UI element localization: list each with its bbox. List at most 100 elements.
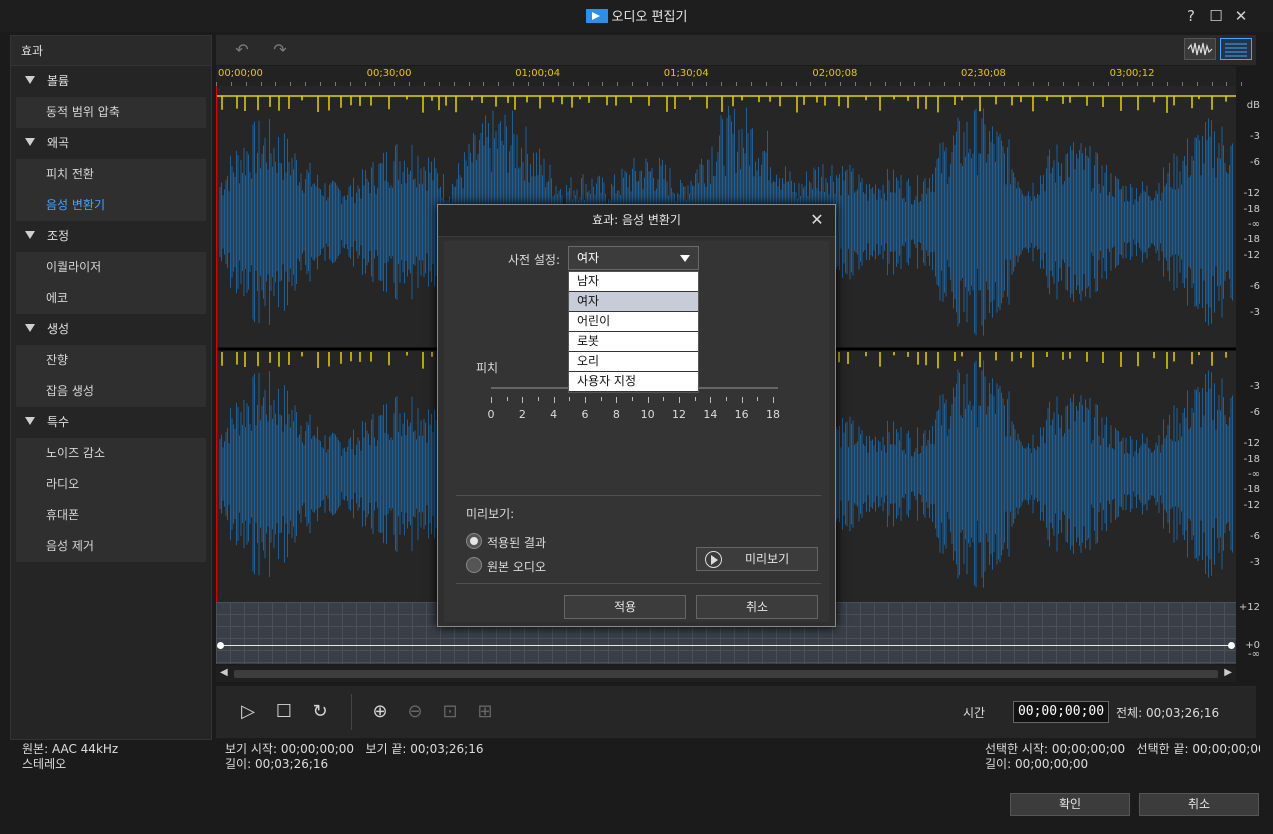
envelope-point-start[interactable]	[217, 642, 224, 649]
preset-option[interactable]: 여자	[569, 292, 698, 312]
ruler-label: 01;00;04	[515, 68, 561, 79]
timeline-ruler[interactable]: 00;00;00 00;30;00 01;00;04 01;30;04 02;00;08…	[216, 66, 1243, 86]
collapse-triangle-icon[interactable]	[25, 417, 35, 425]
scale-number: 18	[766, 408, 780, 421]
spectral-icon	[1225, 43, 1247, 57]
play-icon[interactable]: ▷	[236, 700, 260, 724]
effect-item[interactable]: 노이즈 감소	[16, 438, 206, 469]
zoom-selection-icon[interactable]: ⊞	[473, 700, 497, 724]
preset-option[interactable]: 어린이	[569, 312, 698, 332]
preset-option[interactable]: 남자	[569, 272, 698, 292]
zoom-out-icon[interactable]: ⊖	[403, 700, 427, 724]
scale-tick	[773, 397, 774, 403]
category-3[interactable]: 생성	[11, 314, 211, 345]
spectral-view-button[interactable]	[1220, 38, 1252, 60]
db-tick-label: -∞	[1248, 469, 1260, 480]
stop-icon[interactable]: ☐	[272, 700, 296, 724]
effect-item[interactable]: 잡음 생성	[16, 376, 206, 407]
db-scale: dB +12 +0 -∞ -3 -6 -12 -18 -∞ -18 -12 -6 -3 -3 -6-…	[1236, 86, 1260, 666]
view-length: 길이: 00;03;26;16	[225, 757, 329, 771]
category-1[interactable]: 왜곡	[11, 128, 211, 159]
effect-item[interactable]: 음성 제거	[16, 531, 206, 562]
category-0[interactable]: 볼륨	[11, 66, 211, 97]
time-field[interactable]: 00;00;00;00	[1013, 701, 1109, 723]
effect-item[interactable]: 에코	[16, 283, 206, 314]
waveform-view-button[interactable]	[1184, 38, 1216, 60]
original-audio-radio[interactable]	[466, 557, 482, 573]
ruler-label: 01;30;04	[663, 68, 709, 79]
effect-item[interactable]: 라디오	[16, 469, 206, 500]
db-tick-label: -12	[1243, 250, 1260, 261]
scale-tick	[538, 397, 539, 401]
zoom-fit-icon[interactable]: ⊡	[438, 700, 462, 724]
category-2[interactable]: 조정	[11, 221, 211, 252]
applied-result-label: 적용된 결과	[487, 536, 547, 550]
dialog-close-icon[interactable]: ✕	[808, 211, 826, 229]
effects-sidebar: 효과 볼륨 동적 범위 압축 왜곡 피치 전환 음성 변환기 조정 이퀄라이저 에코 생성 잔향 잡…	[10, 35, 212, 740]
preset-select[interactable]: 여자	[568, 246, 699, 270]
collapse-triangle-icon[interactable]	[25, 231, 35, 239]
scale-number: 14	[703, 408, 718, 421]
preset-dropdown[interactable]: 남자 여자 어린이 로봇 오리 사용자 지정	[568, 271, 699, 393]
close-icon[interactable]: ✕	[1232, 7, 1250, 25]
selection-info: 선택한 시작: 00;00;00;00 선택한 끝: 00;00;00;00 길…	[985, 742, 1266, 772]
playback-controls: ▷ ☐ ↻ ⊕ ⊖ ⊡ ⊞ 시간 00;00;00;00 전체: 00;03;2…	[216, 686, 1256, 738]
preset-option[interactable]: 로봇	[569, 332, 698, 352]
source-format: 원본: AAC 44kHz	[22, 742, 119, 756]
loop-icon[interactable]: ↻	[308, 700, 332, 724]
cancel-button[interactable]: 취소	[1139, 793, 1259, 816]
scale-tick	[616, 397, 618, 403]
scale-tick	[694, 397, 696, 401]
collapse-triangle-icon[interactable]	[25, 138, 35, 146]
scale-number: 2	[518, 408, 526, 421]
category-4[interactable]: 특수	[11, 407, 211, 438]
ok-button[interactable]: 확인	[1010, 793, 1130, 816]
playhead-marker[interactable]	[216, 86, 217, 602]
horizontal-scrollbar[interactable]: ◀ ▶	[216, 666, 1236, 682]
dialog-cancel-button[interactable]: 취소	[696, 595, 818, 619]
applied-result-radio[interactable]	[466, 533, 482, 549]
play-circle-icon	[705, 551, 722, 568]
effect-item[interactable]: 음성 변환기	[16, 190, 206, 221]
scale-tick	[679, 397, 680, 403]
scale-tick	[632, 397, 633, 401]
preview-label: 미리보기:	[466, 507, 515, 521]
effect-item[interactable]: 잔향	[16, 345, 206, 376]
effect-item[interactable]: 피치 전환	[16, 159, 206, 190]
redo-icon[interactable]: ↷	[270, 40, 290, 60]
effect-item[interactable]: 휴대폰	[16, 500, 206, 531]
db-tick-label: -18	[1243, 234, 1260, 245]
undo-icon[interactable]: ↶	[232, 40, 252, 60]
effect-item[interactable]: 동적 범위 압축	[16, 97, 206, 128]
effect-item[interactable]: 이퀄라이저	[16, 252, 206, 283]
right-edge	[1260, 35, 1273, 795]
view-info: 보기 시작: 00;00;00;00 보기 끝: 00;03;26;16 길이:…	[225, 742, 484, 772]
scale-number: 0	[487, 408, 495, 421]
scroll-right-icon[interactable]: ▶	[1224, 667, 1232, 678]
preview-button[interactable]: 미리보기	[696, 547, 818, 571]
scale-tick	[741, 397, 743, 403]
chevron-down-icon	[680, 255, 690, 262]
help-icon[interactable]: ?	[1182, 7, 1200, 25]
scale-tick	[522, 397, 524, 403]
envelope-point-end[interactable]	[1228, 642, 1235, 649]
db-tick-label: -6	[1250, 407, 1260, 418]
selection-end: 선택한 끝: 00;00;00;00	[1136, 742, 1266, 756]
zoom-in-icon[interactable]: ⊕	[368, 700, 392, 724]
envelope-line[interactable]	[220, 645, 1232, 646]
scale-number: 8	[612, 408, 620, 421]
preset-selected-value: 여자	[577, 251, 600, 265]
waveform-icon	[1187, 42, 1213, 56]
ruler-label: 00;30;00	[366, 68, 412, 79]
preset-option[interactable]: 오리	[569, 352, 698, 372]
preset-option[interactable]: 사용자 지정	[569, 372, 698, 392]
maximize-icon[interactable]: ☐	[1207, 7, 1225, 25]
collapse-triangle-icon[interactable]	[25, 76, 35, 84]
scale-number: 12	[672, 408, 686, 421]
sidebar-header: 효과	[11, 36, 211, 66]
collapse-triangle-icon[interactable]	[25, 324, 35, 332]
scroll-left-icon[interactable]: ◀	[220, 667, 228, 678]
footer: 확인 취소	[0, 788, 1273, 834]
apply-button[interactable]: 적용	[564, 595, 686, 619]
scrollbar-thumb[interactable]	[234, 670, 1218, 678]
